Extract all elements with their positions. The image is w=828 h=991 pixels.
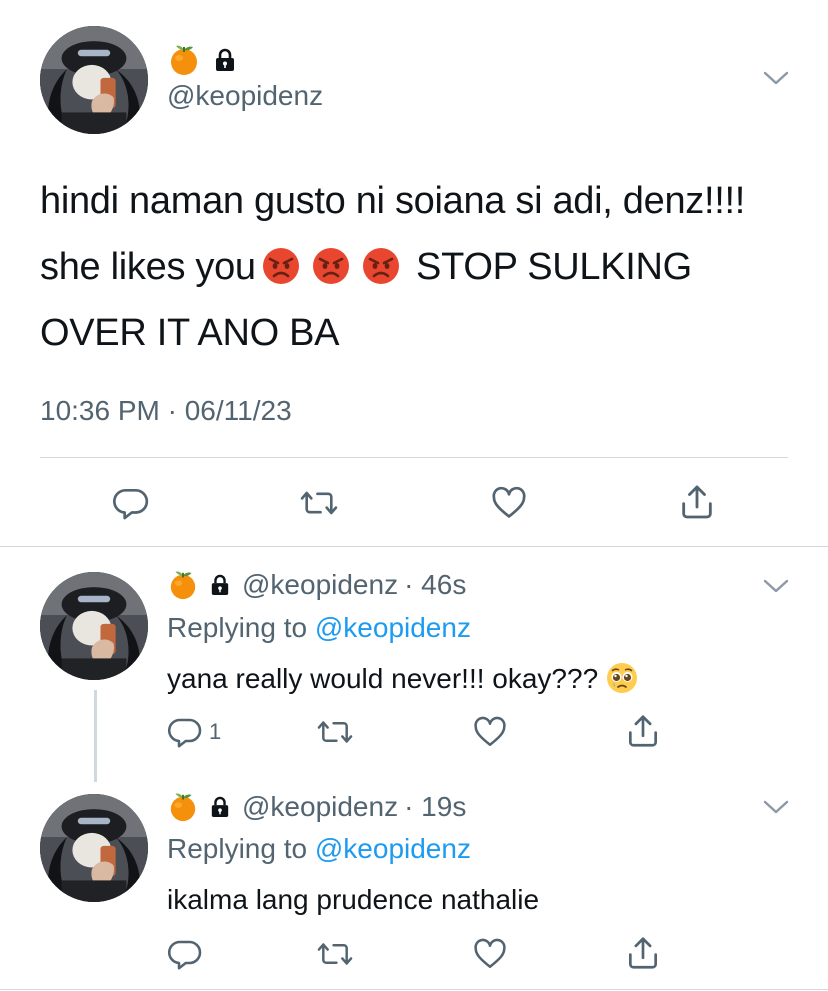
reply-icon <box>113 488 149 520</box>
share-icon <box>682 485 712 519</box>
reply1-text-content: yana really would never!!! okay??? <box>167 663 599 694</box>
reply1-reply-count: 1 <box>209 719 222 744</box>
lock-icon <box>214 48 236 72</box>
reply2-like-button[interactable] <box>472 936 508 972</box>
heart-icon <box>474 938 506 969</box>
reply1-header[interactable]: @keopidenz · 46s <box>168 568 466 602</box>
reply1-retweet-button[interactable] <box>316 714 354 750</box>
section-divider <box>0 546 828 547</box>
bottom-divider <box>0 989 828 990</box>
reply2-share-button[interactable] <box>624 934 662 972</box>
thread-connector-line <box>94 690 97 782</box>
angry-face-emoji <box>362 247 400 285</box>
reply1-handle[interactable]: @keopidenz <box>242 569 398 601</box>
reply1-avatar[interactable] <box>40 572 148 680</box>
main-like-button[interactable] <box>490 484 528 522</box>
reply1-text: yana really would never!!! okay??? <box>167 662 638 695</box>
reply2-avatar[interactable] <box>40 794 148 902</box>
reply2-reply-button[interactable] <box>167 936 203 972</box>
chevron-down-icon[interactable] <box>763 799 789 815</box>
main-reply-button[interactable] <box>112 484 150 522</box>
main-share-button[interactable] <box>677 482 717 522</box>
reply1-share-button[interactable] <box>624 712 662 750</box>
reply1-like-button[interactable] <box>472 714 508 750</box>
replying-to-label: Replying to <box>167 612 308 643</box>
tangerine-emoji <box>168 792 198 822</box>
main-tweet-display-name[interactable] <box>168 42 236 78</box>
reply-icon <box>167 940 202 970</box>
heart-icon <box>474 716 506 747</box>
chevron-down-icon[interactable] <box>763 70 789 86</box>
main-tweet-divider <box>40 457 788 458</box>
angry-face-emoji <box>312 247 350 285</box>
retweet-icon <box>317 721 353 743</box>
reply1-replying-to: Replying to @keopidenz <box>167 612 471 644</box>
lock-icon <box>210 796 230 818</box>
reply1-mention-link[interactable]: @keopidenz <box>315 612 471 643</box>
heart-icon <box>492 486 526 518</box>
reply2-retweet-button[interactable] <box>316 936 354 972</box>
reply2-replying-to: Replying to @keopidenz <box>167 833 471 865</box>
reply1-reply-button[interactable]: 1 <box>167 714 221 750</box>
main-retweet-button[interactable] <box>299 484 339 522</box>
tangerine-emoji <box>168 570 198 600</box>
main-tweet-avatar[interactable] <box>40 26 148 134</box>
pleading-face-emoji <box>606 662 638 694</box>
retweet-icon <box>317 943 353 965</box>
reply2-text: ikalma lang prudence nathalie <box>167 884 540 915</box>
reply2-time: · 19s <box>404 791 467 822</box>
reply2-mention-link[interactable]: @keopidenz <box>315 833 471 864</box>
reply1-time: · 46s <box>404 569 467 600</box>
lock-icon <box>210 574 230 596</box>
main-tweet-timestamp[interactable]: 10:36 PM · 06/11/23 <box>40 395 292 427</box>
main-tweet-handle[interactable]: @keopidenz <box>167 80 323 112</box>
reply2-handle[interactable]: @keopidenz <box>242 791 398 823</box>
tangerine-emoji <box>168 44 200 76</box>
share-icon <box>628 715 658 747</box>
replying-to-label: Replying to <box>167 833 308 864</box>
angry-face-emoji <box>262 247 300 285</box>
chevron-down-icon[interactable] <box>763 578 789 594</box>
retweet-icon <box>300 491 338 515</box>
reply2-header[interactable]: @keopidenz · 19s <box>168 790 466 824</box>
share-icon <box>628 937 658 969</box>
main-tweet-text: hindi naman gusto ni soiana si adi, denz… <box>40 168 800 366</box>
reply-icon <box>167 718 202 748</box>
